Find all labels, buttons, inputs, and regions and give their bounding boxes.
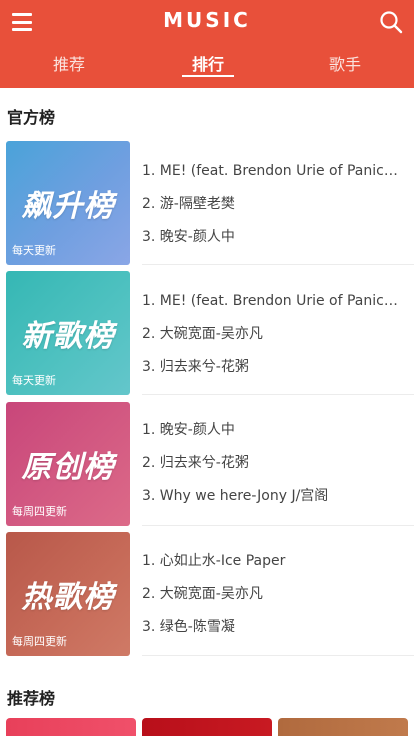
update-note: 每周四更新 — [12, 505, 67, 518]
song-item[interactable]: 2. 大碗宽面-吴亦凡 — [142, 583, 402, 605]
app-header: MUSIC 推荐 排行 歌手 — [0, 0, 414, 88]
song-list: 1. ME! (feat. Brendon Urie of Panic! At … — [142, 271, 414, 395]
song-item[interactable]: 3. Why we here-Jony J/宫阁 — [142, 485, 402, 507]
song-list: 1. 心如止水-Ice Paper 2. 大碗宽面-吴亦凡 3. 绿色-陈雪凝 — [142, 532, 414, 656]
song-item[interactable]: 3. 绿色-陈雪凝 — [142, 616, 402, 638]
board-cover[interactable]: 热歌榜 每周四更新 — [6, 532, 130, 656]
cover-title: 新歌榜 — [21, 319, 115, 354]
song-item[interactable]: 2. 大碗宽面-吴亦凡 — [142, 323, 402, 345]
song-list: 1. 晚安-颜人中 2. 归去来兮-花粥 3. Why we here-Jony… — [142, 402, 414, 526]
cover-title: 原创榜 — [21, 450, 115, 485]
board-cover[interactable]: 新歌榜 每天更新 — [6, 271, 130, 395]
recommended-board-cover[interactable] — [278, 718, 408, 736]
song-item[interactable]: 3. 归去来兮-花粥 — [142, 356, 402, 378]
update-note: 每周四更新 — [12, 635, 67, 648]
song-item[interactable]: 1. 晚安-颜人中 — [142, 419, 402, 441]
tab-recommend[interactable]: 推荐 — [24, 52, 114, 80]
search-icon[interactable] — [379, 10, 403, 34]
song-item[interactable]: 3. 晚安-颜人中 — [142, 226, 402, 248]
update-note: 每天更新 — [12, 374, 56, 387]
section-title-official: 官方榜 — [7, 108, 56, 127]
chart-board-original[interactable]: 原创榜 每周四更新 1. 晚安-颜人中 2. 归去来兮-花粥 3. Why we… — [6, 402, 414, 526]
active-tab-indicator — [182, 75, 234, 77]
song-item[interactable]: 1. ME! (feat. Brendon Urie of Panic! At … — [142, 290, 402, 312]
cover-title: 热歌榜 — [21, 580, 115, 615]
app-logo: MUSIC — [163, 8, 251, 32]
chart-board-hot[interactable]: 热歌榜 每周四更新 1. 心如止水-Ice Paper 2. 大碗宽面-吴亦凡 … — [6, 532, 414, 656]
recommended-board-cover[interactable] — [6, 718, 136, 736]
song-list: 1. ME! (feat. Brendon Urie of Panic! At … — [142, 141, 414, 265]
chart-board-soaring[interactable]: 飙升榜 每天更新 1. ME! (feat. Brendon Urie of P… — [6, 141, 414, 265]
recommended-board-row — [0, 718, 414, 736]
chart-board-new[interactable]: 新歌榜 每天更新 1. ME! (feat. Brendon Urie of P… — [6, 271, 414, 395]
section-title-recommended: 推荐榜 — [7, 689, 56, 708]
tab-bar: 推荐 排行 歌手 — [0, 52, 414, 82]
recommended-board-cover[interactable] — [142, 718, 272, 736]
update-note: 每天更新 — [12, 244, 56, 257]
board-cover[interactable]: 原创榜 每周四更新 — [6, 402, 130, 526]
song-item[interactable]: 1. 心如止水-Ice Paper — [142, 550, 402, 572]
board-cover[interactable]: 飙升榜 每天更新 — [6, 141, 130, 265]
song-item[interactable]: 2. 游-隔壁老樊 — [142, 193, 402, 215]
cover-title: 飙升榜 — [21, 189, 115, 224]
tab-singers[interactable]: 歌手 — [300, 52, 390, 80]
song-item[interactable]: 1. ME! (feat. Brendon Urie of Panic! At … — [142, 160, 402, 182]
song-item[interactable]: 2. 归去来兮-花粥 — [142, 452, 402, 474]
